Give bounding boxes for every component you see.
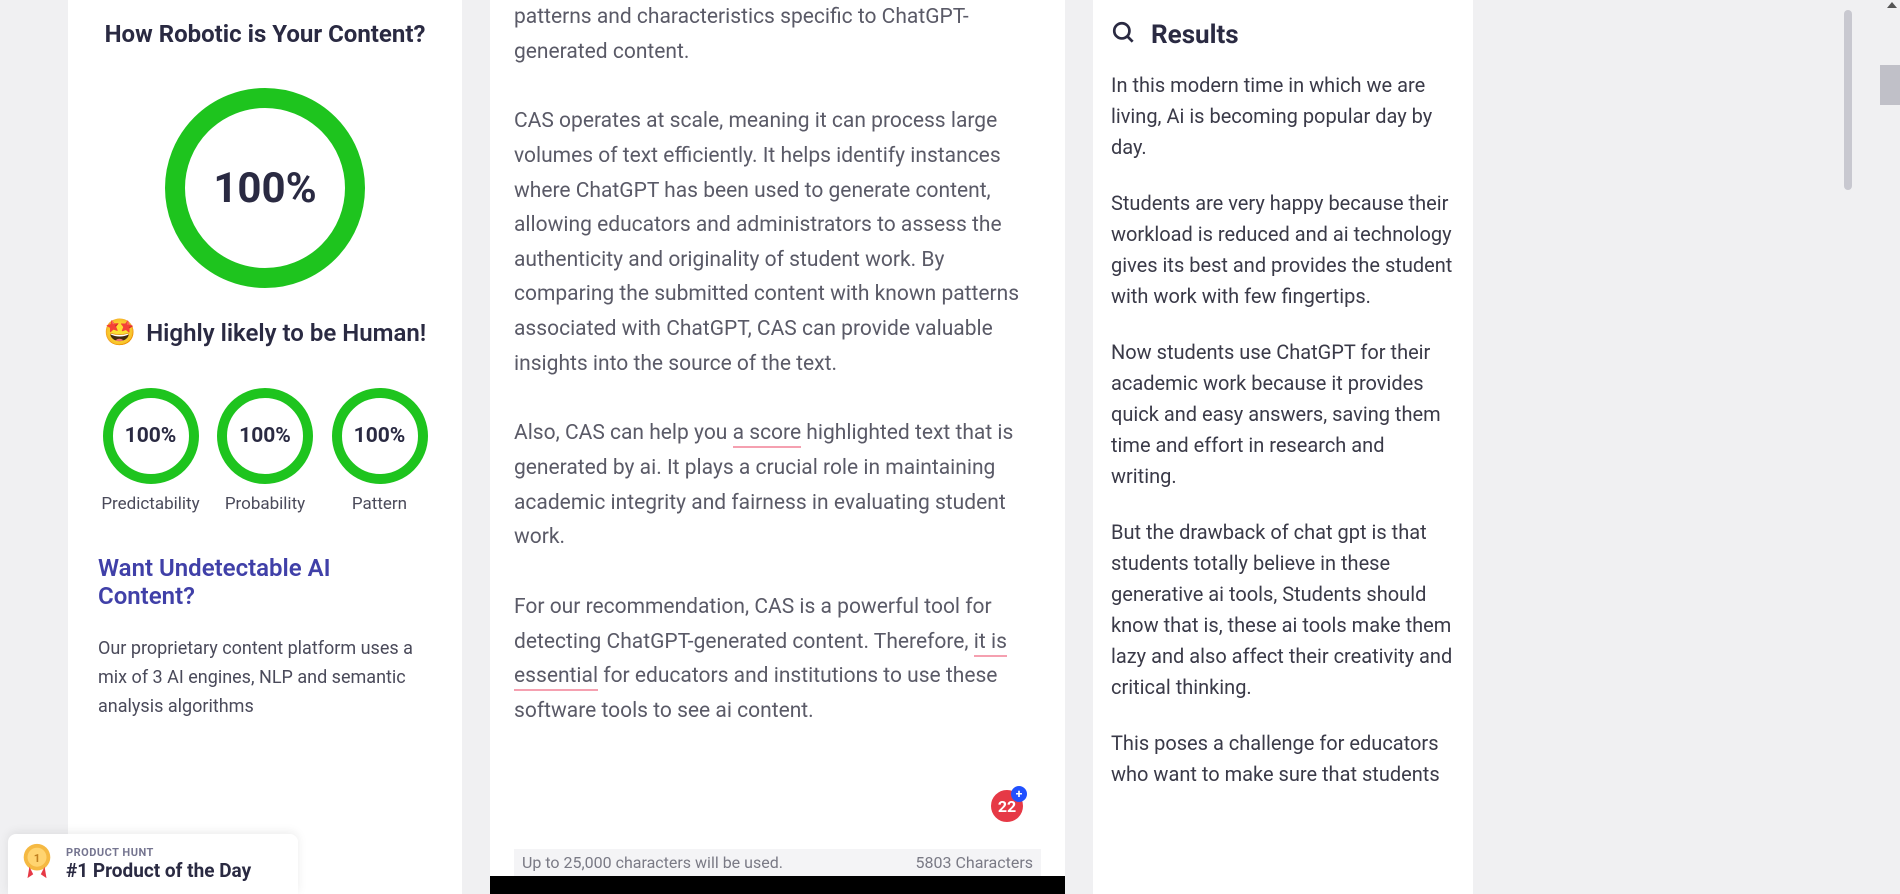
results-paragraph: But the drawback of chat gpt is that stu… [1111,517,1455,703]
main-score-value: 100% [213,164,316,213]
char-count-label: 5803 Characters [916,853,1033,872]
undetectable-heading: Want Undetectable AI Content? [98,554,432,610]
pattern-value: 100% [354,424,406,448]
probability-value: 100% [239,424,291,448]
results-paragraph: Students are very happy because their wo… [1111,188,1455,312]
input-text-panel[interactable]: patterns and characteristics specific to… [490,0,1065,894]
text-paragraph: patterns and characteristics specific to… [514,0,1041,69]
subscores-row: 100% Predictability 100% Probability 100… [98,388,432,514]
results-paragraph: Now students use ChatGPT for their acade… [1111,337,1455,492]
highlighted-text[interactable]: a score [733,421,802,448]
predictability-value: 100% [125,424,177,448]
input-text-content[interactable]: patterns and characteristics specific to… [514,0,1041,729]
text-paragraph: Also, CAS can help you a score highlight… [514,416,1041,555]
plus-icon: + [1011,786,1027,802]
probability-label: Probability [213,494,318,514]
text-paragraph: For our recommendation, CAS is a powerfu… [514,590,1041,729]
panel-title: How Robotic is Your Content? [98,20,432,48]
main-score-gauge: 100% [165,88,365,288]
scroll-up-arrow-icon[interactable] [1887,2,1897,8]
undetectable-description: Our proprietary content platform uses a … [98,635,432,721]
char-limit-label: Up to 25,000 characters will be used. [522,853,783,872]
scrollbar[interactable] [1844,10,1852,190]
character-status-bar: Up to 25,000 characters will be used. 58… [514,849,1041,876]
pattern-gauge: 100% Pattern [327,388,432,514]
results-title: Results [1151,20,1239,50]
robotic-score-panel: How Robotic is Your Content? 100% 🤩 High… [68,0,462,894]
probability-gauge: 100% Probability [213,388,318,514]
results-body: In this modern time in which we are livi… [1111,70,1455,790]
results-paragraph: In this modern time in which we are livi… [1111,70,1455,163]
svg-text:1: 1 [34,851,41,865]
page-scrollbar[interactable] [1880,65,1900,105]
medal-icon: 1 [18,842,56,880]
results-panel: Results In this modern time in which we … [1093,0,1473,894]
predictability-gauge: 100% Predictability [98,388,203,514]
predictability-label: Predictability [98,494,203,514]
product-hunt-badge[interactable]: 1 PRODUCT HUNT #1 Product of the Day [8,834,298,894]
likely-text: Highly likely to be Human! [146,319,426,347]
likely-label: 🤩 Highly likely to be Human! [98,318,432,348]
magnify-icon [1111,20,1137,50]
star-eyes-emoji-icon: 🤩 [104,318,136,348]
issues-count-badge[interactable]: 22 + [989,788,1025,824]
text-paragraph: CAS operates at scale, meaning it can pr… [514,104,1041,381]
results-paragraph: This poses a challenge for educators who… [1111,728,1455,790]
product-hunt-label: PRODUCT HUNT [66,846,280,859]
bottom-bar [490,876,1065,894]
pattern-label: Pattern [327,494,432,514]
product-hunt-title: #1 Product of the Day [66,859,280,882]
